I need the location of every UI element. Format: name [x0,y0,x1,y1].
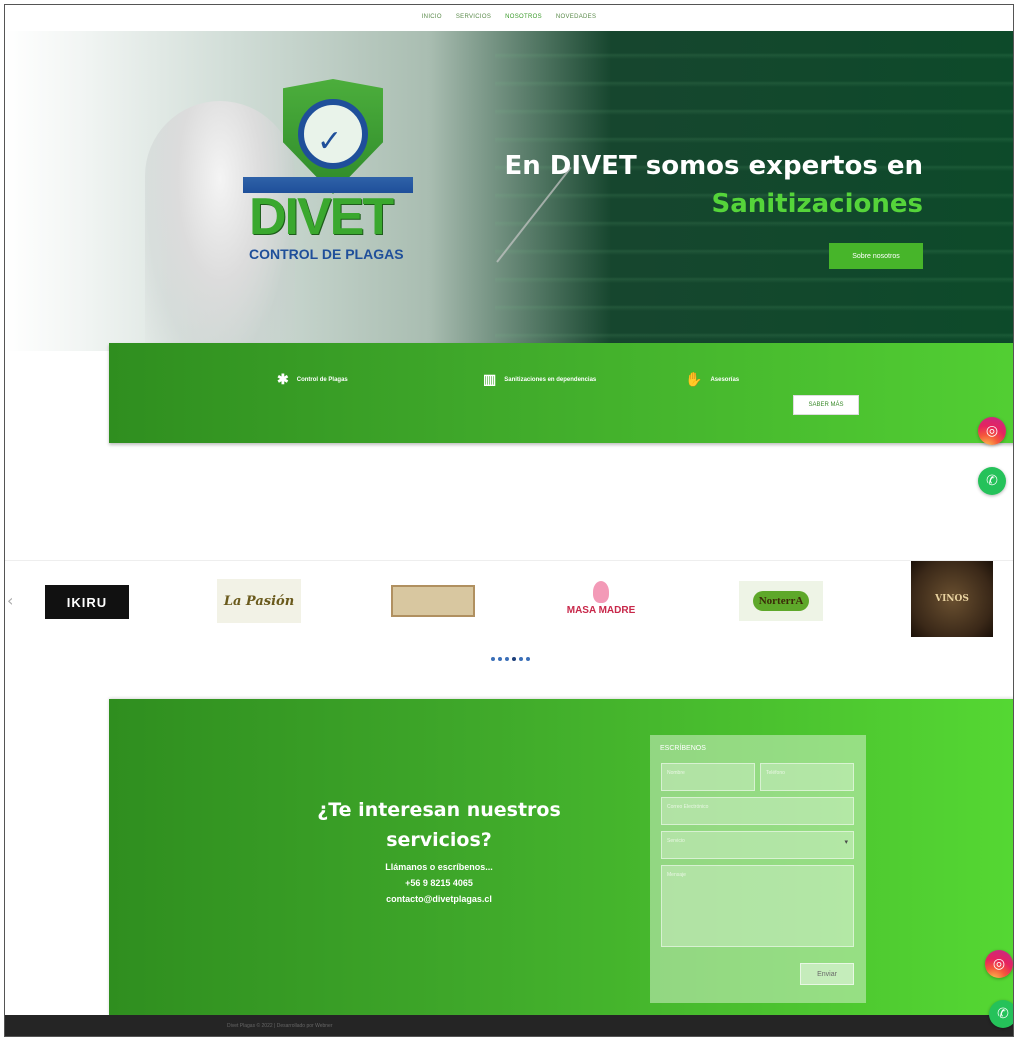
form-title: ESCRÍBENOS [660,745,706,752]
nav-item-nosotros[interactable]: NOSOTROS [505,14,542,20]
logo-check-icon: ✓ [317,124,343,159]
nav-item-servicios[interactable]: SERVICIOS [456,14,491,20]
building-icon: ▥ [483,371,497,387]
contact-email[interactable]: contacto@divetplagas.cl [289,891,589,907]
service-label: Control de Plagas [296,376,348,383]
logo-subtitle: CONTROL DE PLAGAS [249,246,404,262]
clients-carousel: ‹ IKIRU La Pasión MASA MADRE NorterrA VI… [5,560,1013,661]
logo-wordmark: DIVET [249,188,394,246]
telefono-field[interactable]: Teléfono [760,763,854,791]
carousel-prev-icon[interactable]: ‹ [7,591,13,610]
correo-field[interactable]: Correo Electrónico [661,797,854,825]
carousel-dot-active[interactable] [511,657,516,661]
hero-accent-text: Sanitizaciones [711,189,923,219]
service-control-plagas[interactable]: ✱ Control de Plagas [277,371,348,388]
client-logo-vinos: VINOS [911,561,993,637]
client-logo-ikiru: IKIRU [45,585,129,619]
nav-item-inicio[interactable]: INICIO [422,14,442,20]
contact-heading-line1: ¿Te interesan nuestros [317,799,561,821]
whatsapp-icon[interactable]: ✆ [978,467,1006,495]
service-label: Sanitizaciones en dependencias [504,376,597,383]
contact-form: ESCRÍBENOS Nombre Teléfono Correo Electr… [650,735,866,1003]
chevron-down-icon: ▾ [844,839,848,846]
servicio-select-value: Servicio [667,838,685,844]
instagram-icon[interactable]: ◎ [978,417,1006,445]
bug-icon: ✱ [277,371,289,387]
client-logo-la-pasion: La Pasión [217,579,301,623]
carousel-dot[interactable] [504,657,509,661]
hero-title: En DIVET somos expertos en [504,151,923,181]
service-asesorias[interactable]: ✋ Asesorías [685,371,739,388]
contact-phone[interactable]: +56 9 8215 4065 [289,875,589,891]
mensaje-field[interactable]: Mensaje [661,865,854,947]
contact-section: ¿Te interesan nuestros servicios? Lláman… [109,699,1013,1017]
contact-call-line: Llámanos o escríbenos... [385,862,493,872]
divet-logo: ✓ DIVET CONTROL DE PLAGAS [243,79,413,264]
client-logo-text: NorterrA [752,591,810,611]
footer: Divet Plagas © 2022 | Desarrollado por W… [5,1015,1013,1036]
top-navigation: INICIO SERVICIOS NOSOTROS NOVEDADES [5,14,1013,20]
instagram-icon[interactable]: ◎ [985,950,1013,978]
footer-text: Divet Plagas © 2022 | Desarrollado por W… [227,1023,333,1029]
nombre-field[interactable]: Nombre [661,763,755,791]
service-label: Asesorías [710,376,740,383]
client-logo-norterra: NorterrA [739,581,823,621]
contact-heading: ¿Te interesan nuestros servicios? [289,795,589,855]
contact-details: Llámanos o escríbenos... +56 9 8215 4065… [289,859,589,907]
client-logo-text: MASA MADRE [566,604,636,616]
page-frame: INICIO SERVICIOS NOSOTROS NOVEDADES ✓ DI… [4,4,1014,1037]
saber-mas-button[interactable]: SABER MÁS [793,395,859,415]
hero-banner: ✓ DIVET CONTROL DE PLAGAS En DIVET somos… [5,31,1013,351]
about-us-button[interactable]: Sobre nosotros [829,243,923,269]
servicio-select[interactable]: Servicio ▾ [661,831,854,859]
carousel-dot[interactable] [497,657,502,661]
whatsapp-icon[interactable]: ✆ [989,1000,1013,1028]
services-band: ✱ Control de Plagas ▥ Sanitizaciones en … [109,343,1013,443]
carousel-dot[interactable] [518,657,523,661]
carousel-dot[interactable] [490,657,495,661]
client-logo-masa-madre: MASA MADRE [565,565,637,631]
flamingo-icon [593,580,609,603]
enviar-button[interactable]: Enviar [800,963,854,985]
carousel-dots [5,657,1013,661]
carousel-dot[interactable] [525,657,530,661]
nav-item-novedades[interactable]: NOVEDADES [556,14,596,20]
client-logo-parchment [391,585,475,617]
service-sanitizaciones[interactable]: ▥ Sanitizaciones en dependencias [483,371,596,388]
contact-heading-line2: servicios? [386,829,492,851]
handshake-icon: ✋ [685,371,703,387]
